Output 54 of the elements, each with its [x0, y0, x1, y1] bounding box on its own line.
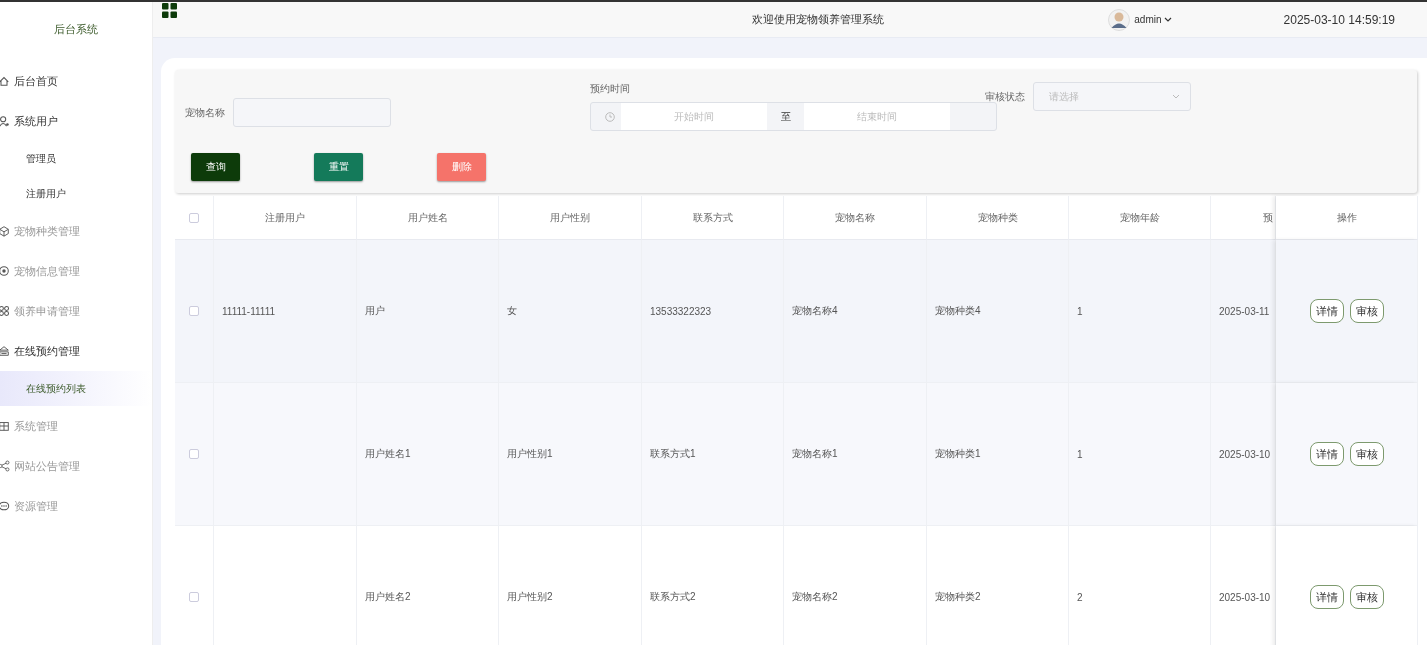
table-cell: 1 — [1069, 383, 1211, 526]
details-button[interactable]: 详情 — [1309, 442, 1344, 466]
avatar-icon[interactable] — [1108, 8, 1131, 31]
table-cell: 用户姓名1 — [357, 383, 499, 526]
column-header: 宠物年龄 — [1069, 196, 1211, 240]
column-header: 注册用户 — [214, 196, 357, 240]
review-button[interactable]: 审核 — [1349, 442, 1384, 466]
table-cell: 宠物种类4 — [927, 240, 1069, 383]
details-button[interactable]: 详情 — [1309, 299, 1344, 323]
field-label: 宠物名称 — [185, 105, 225, 120]
user-menu[interactable]: admin — [1134, 14, 1172, 25]
datetime: 2025-03-10 14:59:19 — [1283, 12, 1395, 27]
field-label: 审核状态 — [985, 89, 1025, 104]
menu-item[interactable]: 系统用户 — [0, 101, 152, 141]
page-title: 欢迎使用宠物领养管理系统 — [750, 12, 884, 27]
clock-icon — [605, 111, 615, 122]
column-header: 联系方式 — [642, 196, 784, 240]
submenu-item[interactable]: 注册用户 — [0, 176, 152, 211]
table-cell: 11111-11111 — [214, 240, 357, 383]
table-cell: 用户性别1 — [499, 383, 642, 526]
query-button[interactable]: 查询 — [191, 153, 240, 181]
menu-item[interactable]: 后台首页 — [0, 61, 152, 101]
submenu-item[interactable]: 管理员 — [0, 141, 152, 176]
table-cell: 联系方式1 — [642, 383, 784, 526]
column-header: 宠物名称 — [784, 196, 927, 240]
menu-item[interactable]: 在线预约管理 — [0, 331, 152, 371]
table-cell: 女 — [499, 240, 642, 383]
chevron-down-icon — [1163, 16, 1172, 23]
pet-name-field[interactable] — [233, 98, 391, 127]
table-cell: 宠物名称1 — [784, 383, 927, 526]
column-header: 用户性别 — [499, 196, 642, 240]
chevron-down-icon — [1172, 94, 1180, 99]
table-cell: 用户 — [357, 240, 499, 383]
review-button[interactable]: 审核 — [1349, 299, 1384, 323]
checkbox[interactable] — [189, 449, 199, 459]
field-label: 预约时间 — [590, 82, 631, 96]
table-cell: 2025-03-11 — [1211, 240, 1276, 383]
column-header: 操作 — [1276, 196, 1418, 240]
column-header: 预 — [1211, 196, 1276, 240]
review-button[interactable]: 审核 — [1349, 585, 1384, 609]
column-header: 用户姓名 — [357, 196, 499, 240]
column-header: 宠物种类 — [927, 196, 1069, 240]
checkbox[interactable] — [189, 212, 199, 223]
table-cell: 宠物种类1 — [927, 383, 1069, 526]
reset-button[interactable]: 重置 — [314, 153, 363, 181]
checkbox[interactable] — [189, 592, 199, 602]
table-cell: 宠物名称4 — [784, 240, 927, 383]
details-button[interactable]: 详情 — [1309, 585, 1344, 609]
table-cell: 2025-03-10 — [1211, 383, 1276, 526]
table-cell: 1 — [1069, 240, 1211, 383]
date-range-field[interactable]: 开始时间 至 结束时间 — [590, 102, 997, 131]
table-cell: 13533322323 — [642, 240, 784, 383]
checkbox[interactable] — [189, 306, 199, 316]
app-title: 后台系统 — [54, 22, 98, 37]
